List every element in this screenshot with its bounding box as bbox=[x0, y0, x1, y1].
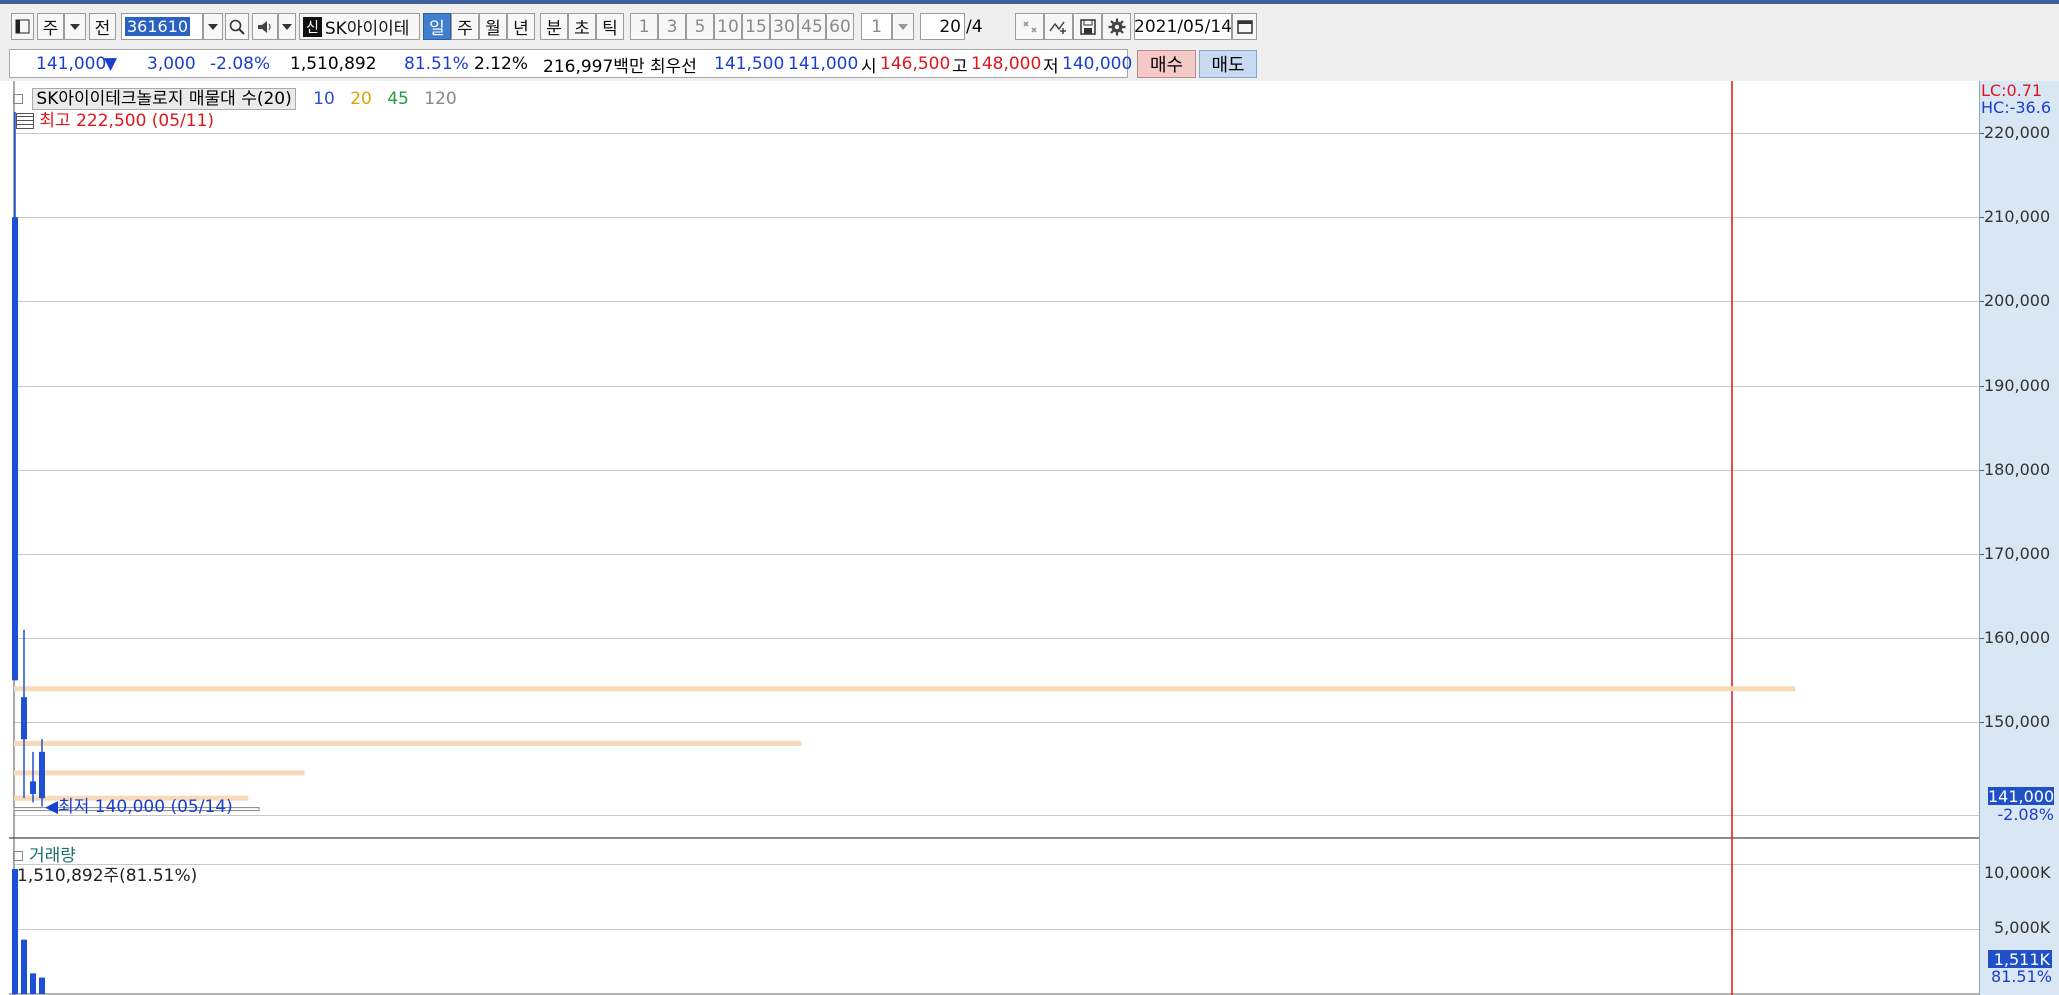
ma-45-label: 45 bbox=[387, 89, 409, 109]
low-label: 저 bbox=[1043, 56, 1059, 77]
minute-10-button[interactable]: 10 bbox=[714, 13, 742, 40]
stock-code-input[interactable]: 361610 bbox=[121, 13, 203, 40]
period-monthly-button[interactable]: 월 bbox=[479, 13, 507, 40]
period-tick-button[interactable]: 틱 bbox=[596, 13, 624, 40]
count-input[interactable]: 20 bbox=[920, 13, 965, 40]
date-input[interactable]: 2021/05/14 bbox=[1134, 13, 1232, 40]
chart-toolbar: 주 전 361610 신 SK아이이테 일 주 월 년 분 초 틱 1 3 5 … bbox=[0, 4, 2059, 47]
candle-body[interactable] bbox=[30, 781, 36, 794]
search-icon[interactable] bbox=[225, 13, 249, 40]
crosshair-icon[interactable] bbox=[1015, 13, 1044, 40]
current-change-tag: -2.08% bbox=[1997, 805, 2054, 824]
open-label: 시 bbox=[861, 56, 877, 77]
minute-60-button[interactable]: 60 bbox=[826, 13, 854, 40]
minute-5-button[interactable]: 5 bbox=[686, 13, 714, 40]
period-minute-button[interactable]: 분 bbox=[540, 13, 568, 40]
count-suffix: /4 bbox=[966, 17, 983, 37]
minute-15-button[interactable]: 15 bbox=[742, 13, 770, 40]
high-annotation-text: 최고 222,500 (05/11) bbox=[39, 111, 215, 131]
minute-30-button[interactable]: 30 bbox=[770, 13, 798, 40]
period-second-button[interactable]: 초 bbox=[568, 13, 596, 40]
new-listing-badge: 신 bbox=[303, 16, 322, 37]
volume-value: 1,510,892 bbox=[290, 54, 377, 74]
ma-120-label: 120 bbox=[424, 89, 457, 109]
low-annotation: ◀최저 140,000 (05/14) bbox=[45, 792, 233, 817]
ma-10-label: 10 bbox=[313, 89, 335, 109]
volume-profile-bar bbox=[14, 770, 305, 776]
high-price: 148,000 bbox=[971, 54, 1042, 74]
price-change: 3,000 bbox=[147, 54, 196, 74]
stock-name-value: SK아이이테 bbox=[324, 19, 410, 39]
period-yearly-button[interactable]: 년 bbox=[507, 13, 535, 40]
chart-canvas[interactable] bbox=[0, 81, 1979, 995]
low-annotation-text: 최저 140,000 (05/14) bbox=[58, 797, 233, 817]
volume-bar[interactable] bbox=[21, 939, 27, 994]
current-volume-tag: 1,511K bbox=[1988, 950, 2052, 969]
minute-1-button[interactable]: 1 bbox=[630, 13, 658, 40]
price-axis-tick: 220,000 bbox=[1979, 123, 2051, 142]
price-axis-tick: 200,000 bbox=[1979, 291, 2051, 311]
volume-pct: 81.51% bbox=[404, 54, 469, 74]
sell-button[interactable]: 매도 bbox=[1199, 50, 1257, 78]
current-price: 141,000 bbox=[36, 54, 107, 74]
calendar-icon[interactable] bbox=[1232, 13, 1257, 40]
stock-code-value: 361610 bbox=[125, 17, 191, 36]
candle-body[interactable] bbox=[21, 697, 27, 740]
minute-45-button[interactable]: 45 bbox=[798, 13, 826, 40]
minute-3-button[interactable]: 3 bbox=[658, 13, 686, 40]
price-axis-tick: 190,000 bbox=[1979, 375, 2051, 395]
best-ask: 141,500 bbox=[714, 54, 785, 74]
high-annotation: 최고 222,500 (05/11) bbox=[16, 106, 214, 131]
chevron-down-icon[interactable] bbox=[64, 13, 86, 40]
table-icon[interactable] bbox=[16, 113, 34, 129]
volume-tick-5000k: 5,000K bbox=[1994, 918, 2051, 937]
period-weekly-button[interactable]: 주 bbox=[451, 13, 479, 40]
chart-area[interactable]: SK아이이테크놀로지 매물대 수(20) 10 20 45 120 최고 222… bbox=[0, 81, 2059, 995]
legend-toggle-icon[interactable] bbox=[13, 94, 23, 104]
price-axis-tick: 160,000 bbox=[1979, 628, 2051, 648]
current-volume-pct-tag: 81.51% bbox=[1990, 967, 2052, 986]
price-change-pct: -2.08% bbox=[210, 54, 271, 74]
screen-menu-icon[interactable] bbox=[11, 13, 34, 40]
market-select[interactable]: 주 bbox=[37, 13, 64, 40]
price-axis-tick: 210,000 bbox=[1979, 207, 2051, 227]
price-axis-tick: 150,000 bbox=[1979, 712, 2051, 732]
quote-info-bar: 141,000 ▼ 3,000 -2.08% 1,510,892 81.51% … bbox=[0, 47, 2059, 82]
volume-annotation: 1,510,892주(81.51%) bbox=[17, 866, 198, 886]
candle-body[interactable] bbox=[12, 217, 18, 681]
arrow-left-icon: ◀ bbox=[45, 797, 59, 817]
price-axis-tick: 170,000 bbox=[1979, 544, 2051, 563]
current-price-tag: 141,000 bbox=[1988, 787, 2055, 806]
best-quote-label: 최우선 bbox=[650, 56, 697, 77]
speaker-dropdown-icon[interactable] bbox=[278, 13, 296, 40]
low-price: 140,000 bbox=[1062, 54, 1133, 74]
unit-input[interactable]: 1 bbox=[861, 13, 892, 40]
buy-button[interactable]: 매수 bbox=[1137, 50, 1196, 78]
trade-value: 216,997백만 bbox=[543, 56, 645, 77]
best-bid: 141,000 bbox=[788, 54, 859, 74]
prev-button[interactable]: 전 bbox=[89, 13, 116, 40]
period-daily-button[interactable]: 일 bbox=[423, 13, 451, 40]
volume-bar[interactable] bbox=[12, 869, 18, 994]
volume-profile-bar bbox=[14, 686, 1796, 692]
turnover-pct: 2.12% bbox=[474, 54, 529, 74]
gear-icon[interactable] bbox=[1102, 13, 1131, 40]
price-axis-tick: 180,000 bbox=[1979, 459, 2051, 479]
down-arrow-icon: ▼ bbox=[104, 54, 118, 74]
volume-bar[interactable] bbox=[39, 977, 45, 994]
high-label: 고 bbox=[952, 56, 968, 77]
code-dropdown-icon[interactable] bbox=[203, 13, 223, 40]
ma-20-label: 20 bbox=[350, 89, 372, 109]
unit-dropdown-icon[interactable] bbox=[892, 13, 914, 40]
open-price: 146,500 bbox=[880, 54, 951, 74]
draw-tools-icon[interactable] bbox=[1044, 13, 1073, 40]
volume-bar[interactable] bbox=[30, 973, 36, 994]
hc-label: HC:-36.6 bbox=[1981, 98, 2051, 117]
speaker-icon[interactable] bbox=[252, 13, 278, 40]
volume-tick-10000k: 10,000K bbox=[1984, 863, 2051, 882]
stock-name-field[interactable]: 신 SK아이이테 bbox=[299, 13, 420, 40]
volume-toggle-icon[interactable] bbox=[13, 851, 23, 861]
volume-profile-bar bbox=[14, 740, 802, 746]
save-icon[interactable] bbox=[1073, 13, 1102, 40]
